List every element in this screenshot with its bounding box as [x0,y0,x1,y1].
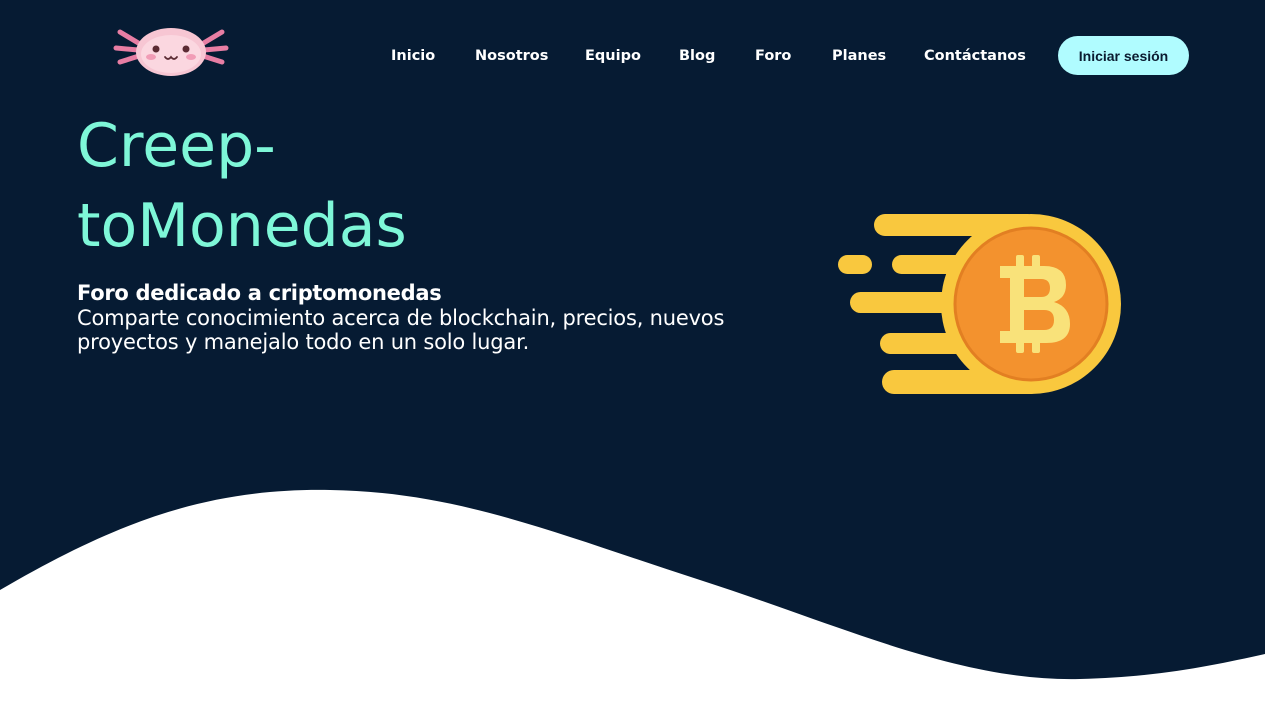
hero-title-line-2: toMonedas [77,191,407,261]
nav-link-blog[interactable]: Blog [679,36,715,76]
nav-link-foro[interactable]: Foro [755,36,791,76]
nav-link-planes[interactable]: Planes [832,36,886,76]
nav-link-equipo[interactable]: Equipo [585,36,641,76]
hero-title-line-1: Creep- [77,111,276,181]
login-button[interactable]: Iniciar sesión [1058,36,1189,75]
hero-subtitle: Foro dedicado a criptomonedas [77,281,442,305]
landing-page: Inicio Nosotros Equipo Blog Foro Planes … [0,0,1265,710]
nav-link-inicio[interactable]: Inicio [391,36,435,76]
hero-title: Creep- toMonedas [77,106,557,266]
bitcoin-coin-icon [838,214,1121,394]
nav-link-nosotros[interactable]: Nosotros [475,36,548,76]
main-nav: Inicio Nosotros Equipo Blog Foro Planes … [0,36,1265,76]
hero-description: Comparte conocimiento acerca de blockcha… [77,306,725,354]
nav-link-contactanos[interactable]: Contáctanos [924,36,1026,76]
